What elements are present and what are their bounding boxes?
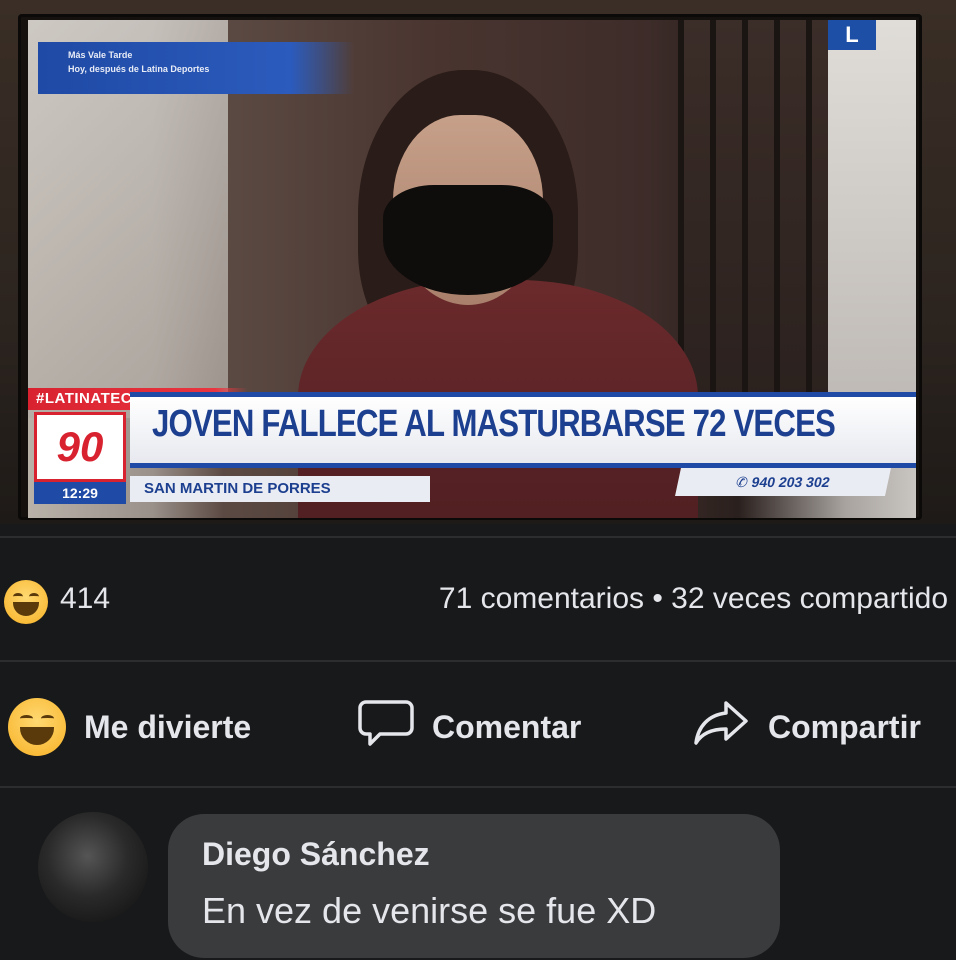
program-label-line2: Hoy, después de Latina Deportes: [68, 64, 210, 74]
broadcast-time: 12:29: [34, 482, 126, 504]
headline-bar: JOVEN FALLECE AL MASTURBARSE 72 VECES: [130, 392, 916, 468]
background-gate: [678, 20, 840, 400]
speech-bubble-icon: [358, 698, 414, 756]
post-photo[interactable]: L Más Vale Tarde Hoy, después de Latina …: [0, 0, 956, 524]
react-button-label: Me divierte: [84, 708, 252, 745]
share-button-label: Compartir: [768, 708, 921, 745]
comment-button[interactable]: Comentar: [358, 698, 581, 756]
share-arrow-icon: [692, 699, 750, 755]
network-logo: L: [828, 20, 876, 50]
background-wall-right: [828, 20, 916, 418]
headline-text: JOVEN FALLECE AL MASTURBARSE 72 VECES: [152, 403, 836, 445]
divider: [0, 786, 956, 788]
comment-bubble: Diego Sánchez En vez de venirse se fue X…: [168, 814, 780, 958]
location-label: SAN MARTIN DE PORRES: [130, 476, 430, 502]
program-label: Más Vale Tarde Hoy, después de Latina De…: [38, 42, 354, 94]
haha-emoji-icon[interactable]: [4, 580, 48, 624]
divider: [0, 660, 956, 662]
react-button[interactable]: Me divierte: [8, 698, 251, 756]
comment-text: En vez de venirse se fue XD: [202, 890, 657, 931]
post-stats: 414 71 comentarios • 32 veces compartido: [0, 578, 956, 628]
channel-badge: 90: [34, 412, 126, 482]
comment-author[interactable]: Diego Sánchez: [202, 836, 430, 873]
share-button[interactable]: Compartir: [692, 698, 921, 756]
reaction-count[interactable]: 414: [60, 582, 110, 616]
divider: [0, 536, 956, 538]
person-mask: [383, 185, 553, 295]
haha-emoji-icon: [8, 698, 66, 756]
avatar[interactable]: [38, 812, 148, 922]
phone-number-text: 940 203 302: [750, 474, 832, 490]
tv-screen: L Más Vale Tarde Hoy, después de Latina …: [28, 20, 916, 518]
post-actions: Me divierte Comentar Compartir: [0, 698, 956, 756]
phone-number: ✆ 940 203 302: [675, 468, 891, 496]
comment-button-label: Comentar: [432, 708, 582, 745]
program-label-line1: Más Vale Tarde: [68, 50, 133, 60]
comments-shares-count[interactable]: 71 comentarios • 32 veces compartido: [439, 582, 948, 616]
